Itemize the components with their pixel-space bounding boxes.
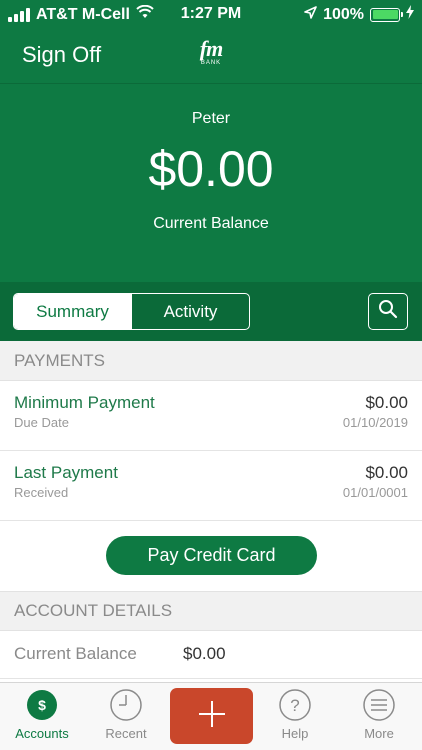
minimum-payment-subtitle: Due Date (14, 415, 69, 430)
tab-more[interactable]: More (337, 683, 421, 750)
minimum-payment-amount: $0.00 (365, 393, 408, 412)
minimum-payment-row: Minimum Payment Due Date $0.00 01/10/201… (0, 381, 422, 451)
minimum-payment-title: Minimum Payment (14, 393, 155, 412)
tab-activity[interactable]: Activity (131, 294, 249, 329)
current-balance-caption: Current Balance (153, 215, 269, 232)
detail-value: $0.00 (183, 644, 226, 663)
charging-bolt-icon (406, 5, 414, 24)
tab-recent[interactable]: Recent (84, 683, 168, 750)
plus-icon (197, 699, 227, 734)
account-holder-name: Peter (191, 110, 231, 127)
detail-label: Current Balance (14, 644, 137, 663)
tab-help[interactable]: ? Help (253, 683, 337, 750)
menu-icon (362, 688, 396, 722)
help-icon-glyph: ? (290, 696, 299, 715)
segmented-control: Summary Activity (13, 293, 250, 330)
tab-recent-label: Recent (105, 726, 147, 741)
last-payment-received-date: 01/01/0001 (342, 485, 408, 500)
last-payment-subtitle: Received (14, 485, 69, 500)
current-balance-amount: $0.00 (148, 141, 274, 197)
location-arrow-icon (304, 5, 317, 24)
pay-area: Pay Credit Card (0, 520, 422, 591)
last-payment-row: Last Payment Received $0.00 01/01/0001 (0, 451, 422, 521)
balance-header: Peter $0.00 Current Balance (0, 84, 422, 282)
current-balance-detail-row: Current Balance $0.00 (0, 631, 422, 679)
help-icon: ? (278, 688, 312, 722)
nav-bar: Sign Off fm BANK (0, 30, 422, 84)
clock-icon (109, 688, 143, 722)
pay-credit-card-button[interactable]: Pay Credit Card (106, 536, 317, 575)
account-details-section-header: ACCOUNT DETAILS (0, 591, 422, 631)
accounts-icon-glyph: $ (38, 697, 46, 713)
minimum-payment-due-date: 01/10/2019 (342, 415, 408, 430)
logo-subtext: BANK (200, 60, 222, 66)
last-payment-amount: $0.00 (365, 463, 408, 482)
tab-help-label: Help (281, 726, 309, 741)
search-button[interactable] (368, 293, 408, 330)
battery-icon (370, 7, 403, 22)
bank-logo: fm BANK (191, 36, 231, 67)
accounts-icon: $ (25, 688, 59, 722)
view-tab-strip: Summary Activity (0, 282, 422, 341)
add-button[interactable] (170, 688, 253, 744)
tab-accounts[interactable]: $ Accounts (0, 683, 84, 750)
status-bar: AT&T M-Cell 1:27 PM 100% (0, 0, 422, 30)
bottom-tab-bar: $ Accounts Recent ? Help More (0, 682, 422, 750)
search-icon (378, 299, 398, 324)
tab-summary[interactable]: Summary (14, 294, 131, 329)
tab-more-label: More (364, 726, 394, 741)
payments-section-header: PAYMENTS (0, 341, 422, 381)
status-right: 100% (304, 5, 414, 24)
tab-accounts-label: Accounts (15, 726, 69, 741)
logo-wordmark: fm (199, 36, 223, 61)
battery-percent: 100% (323, 5, 364, 23)
last-payment-title: Last Payment (14, 463, 118, 482)
sign-off-button[interactable]: Sign Off (22, 42, 101, 68)
